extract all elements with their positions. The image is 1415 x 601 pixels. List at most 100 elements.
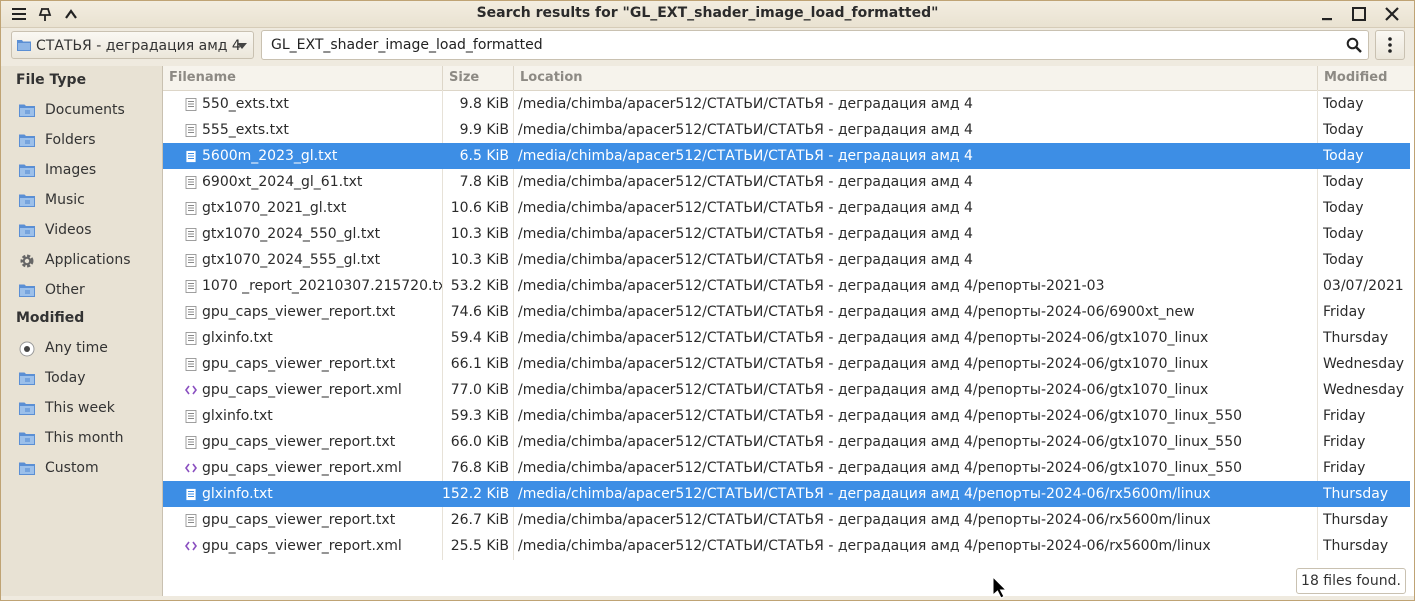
sidebar-item-label: Today bbox=[45, 370, 86, 386]
title-bar[interactable]: Search results for "GL_EXT_shader_image_… bbox=[1, 1, 1414, 28]
size-cell: 59.4 KiB bbox=[450, 330, 509, 346]
table-row[interactable]: gpu_caps_viewer_report.txt 74.6 KiB/media… bbox=[163, 299, 1410, 325]
options-menu-button[interactable] bbox=[1375, 30, 1405, 60]
modified-cell: Today bbox=[1323, 122, 1364, 138]
location-cell: /media/chimba/apacer512/СТАТЬИ/СТАТЬЯ - … bbox=[518, 356, 1209, 372]
file-type-heading: File Type bbox=[16, 72, 87, 88]
size-cell: 59.3 KiB bbox=[450, 408, 509, 424]
minimize-icon[interactable] bbox=[1315, 2, 1339, 26]
filename-cell: 6900xt_2024_gl_61.txt bbox=[202, 174, 363, 190]
text-file-icon bbox=[185, 436, 197, 449]
file-icon-cell bbox=[185, 273, 197, 299]
chevron-down-icon bbox=[237, 43, 247, 49]
modified-cell: Friday bbox=[1323, 304, 1366, 320]
column-header-size[interactable]: Size bbox=[443, 66, 514, 90]
text-file-icon bbox=[185, 228, 197, 241]
text-file-icon bbox=[185, 176, 197, 189]
column-header-modified[interactable]: Modified bbox=[1318, 66, 1414, 90]
modified-today[interactable]: Today bbox=[1, 364, 162, 394]
filename-cell: gtx1070_2024_555_gl.txt bbox=[202, 252, 381, 268]
sidebar-item-label: Music bbox=[45, 192, 85, 208]
table-row[interactable]: gpu_caps_viewer_report.xml 77.0 KiB/media… bbox=[163, 377, 1410, 403]
modified-any-time[interactable]: Any time bbox=[1, 334, 162, 364]
modified-custom[interactable]: Custom bbox=[1, 454, 162, 484]
gear-icon bbox=[19, 253, 35, 269]
table-row[interactable]: gtx1070_2024_555_gl.txt 10.3 KiB/media/ch… bbox=[163, 247, 1410, 273]
text-file-icon bbox=[185, 332, 197, 345]
file-type-images[interactable]: Images bbox=[1, 156, 162, 186]
close-icon[interactable] bbox=[1380, 2, 1404, 26]
file-type-music[interactable]: Music bbox=[1, 186, 162, 216]
table-row[interactable]: gpu_caps_viewer_report.txt 66.1 KiB/media… bbox=[163, 351, 1410, 377]
filename-cell: gpu_caps_viewer_report.xml bbox=[202, 460, 402, 476]
file-type-other[interactable]: Other bbox=[1, 276, 162, 306]
size-cell: 77.0 KiB bbox=[450, 382, 509, 398]
text-file-icon bbox=[185, 150, 197, 163]
file-icon-cell bbox=[185, 143, 197, 169]
table-row[interactable]: gpu_caps_viewer_report.xml 25.5 KiB/media… bbox=[163, 533, 1410, 559]
file-icon-cell bbox=[185, 195, 197, 221]
file-icon-cell bbox=[185, 533, 197, 559]
table-row[interactable]: gtx1070_2021_gl.txt 10.6 KiB/media/chimba… bbox=[163, 195, 1410, 221]
text-file-icon bbox=[185, 488, 197, 501]
location-cell: /media/chimba/apacer512/СТАТЬИ/СТАТЬЯ - … bbox=[518, 512, 1211, 528]
filename-cell: glxinfo.txt bbox=[202, 408, 273, 424]
text-file-icon bbox=[185, 124, 197, 137]
search-window: Search results for "GL_EXT_shader_image_… bbox=[0, 0, 1415, 601]
file-icon-cell bbox=[185, 507, 197, 533]
modified-cell: Friday bbox=[1323, 408, 1366, 424]
table-row[interactable]: glxinfo.txt 59.4 KiB/media/chimba/apacer5… bbox=[163, 325, 1410, 351]
location-cell: /media/chimba/apacer512/СТАТЬИ/СТАТЬЯ - … bbox=[518, 226, 973, 242]
file-icon-cell bbox=[185, 429, 197, 455]
xml-file-icon bbox=[185, 463, 197, 473]
sidebar-item-label: Other bbox=[45, 282, 85, 298]
search-input[interactable] bbox=[271, 36, 1331, 54]
column-header-location[interactable]: Location bbox=[514, 66, 1318, 90]
table-row[interactable]: 5600m_2023_gl.txt 6.5 KiB/media/chimba/ap… bbox=[163, 143, 1410, 169]
location-cell: /media/chimba/apacer512/СТАТЬИ/СТАТЬЯ - … bbox=[518, 330, 1209, 346]
table-row[interactable]: gpu_caps_viewer_report.xml 76.8 KiB/media… bbox=[163, 455, 1410, 481]
sidebar-item-label: Documents bbox=[45, 102, 125, 118]
file-type-videos[interactable]: Videos bbox=[1, 216, 162, 246]
table-row[interactable]: 6900xt_2024_gl_61.txt 7.8 KiB/media/chimb… bbox=[163, 169, 1410, 195]
file-type-folders[interactable]: Folders bbox=[1, 126, 162, 156]
location-cell: /media/chimba/apacer512/СТАТЬИ/СТАТЬЯ - … bbox=[518, 174, 973, 190]
results-list[interactable]: Filename Size Location Modified 550_exts… bbox=[163, 66, 1414, 596]
file-type-applications[interactable]: Applications bbox=[1, 246, 162, 276]
size-cell: 10.3 KiB bbox=[450, 252, 509, 268]
modified-cell: Friday bbox=[1323, 460, 1366, 476]
modified-this-month[interactable]: This month bbox=[1, 424, 162, 454]
folder-icon bbox=[19, 431, 35, 447]
file-icon-cell bbox=[185, 403, 197, 429]
table-row[interactable]: glxinfo.txt 59.3 KiB/media/chimba/apacer5… bbox=[163, 403, 1410, 429]
table-row[interactable]: gtx1070_2024_550_gl.txt 10.3 KiB/media/ch… bbox=[163, 221, 1410, 247]
modified-cell: Today bbox=[1323, 174, 1364, 190]
table-row[interactable]: 555_exts.txt 9.9 KiB/media/chimba/apacer5… bbox=[163, 117, 1410, 143]
maximize-icon[interactable] bbox=[1347, 2, 1371, 26]
location-cell: /media/chimba/apacer512/СТАТЬИ/СТАТЬЯ - … bbox=[518, 200, 973, 216]
size-cell: 10.3 KiB bbox=[450, 226, 509, 242]
toolbar: СТАТЬЯ - деградация амд 4 bbox=[1, 28, 1414, 64]
file-icon-cell bbox=[185, 455, 197, 481]
file-type-documents[interactable]: Documents bbox=[1, 96, 162, 126]
file-icon-cell bbox=[185, 377, 197, 403]
table-row[interactable]: gpu_caps_viewer_report.txt 26.7 KiB/media… bbox=[163, 507, 1410, 533]
search-box[interactable] bbox=[261, 30, 1369, 60]
filename-cell: gpu_caps_viewer_report.xml bbox=[202, 538, 402, 554]
file-icon-cell bbox=[185, 247, 197, 273]
location-cell: /media/chimba/apacer512/СТАТЬИ/СТАТЬЯ - … bbox=[518, 122, 973, 138]
column-header-filename[interactable]: Filename bbox=[163, 66, 443, 90]
search-icon[interactable] bbox=[1346, 37, 1362, 53]
search-folder-combo[interactable]: СТАТЬЯ - деградация амд 4 bbox=[11, 31, 254, 59]
folder-icon bbox=[19, 401, 35, 417]
filename-cell: 1070 _report_20210307.215720.txt bbox=[202, 278, 442, 294]
table-row[interactable]: 550_exts.txt 9.8 KiB/media/chimba/apacer5… bbox=[163, 91, 1410, 117]
location-cell: /media/chimba/apacer512/СТАТЬИ/СТАТЬЯ - … bbox=[518, 486, 1211, 502]
table-row[interactable]: 1070 _report_20210307.215720.txt 53.2 KiB… bbox=[163, 273, 1410, 299]
table-row[interactable]: glxinfo.txt 152.2 KiB/media/chimba/apacer… bbox=[163, 481, 1410, 507]
file-icon-cell bbox=[185, 299, 197, 325]
modified-cell: Thursday bbox=[1323, 486, 1389, 502]
modified-this-week[interactable]: This week bbox=[1, 394, 162, 424]
size-cell: 74.6 KiB bbox=[450, 304, 509, 320]
table-row[interactable]: gpu_caps_viewer_report.txt 66.0 KiB/media… bbox=[163, 429, 1410, 455]
